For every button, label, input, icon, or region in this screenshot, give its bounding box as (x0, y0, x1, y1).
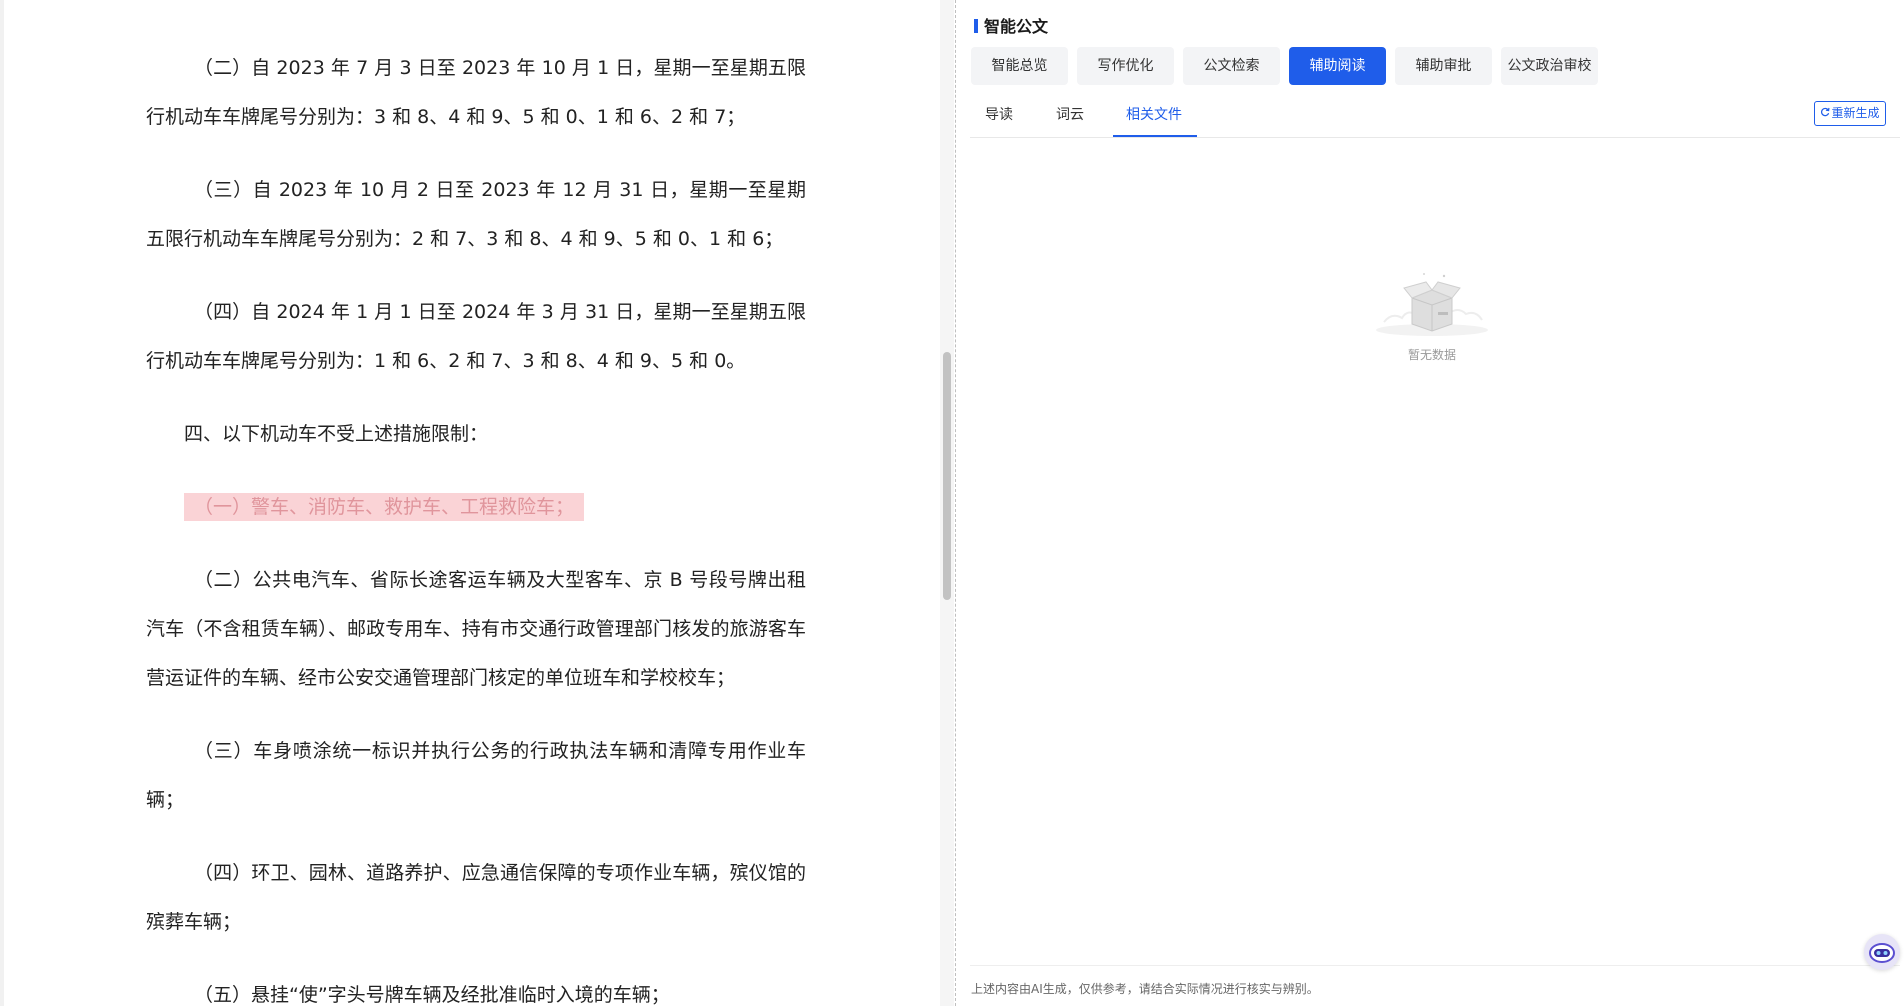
tab-assisted-approval[interactable]: 辅助审批 (1395, 47, 1492, 85)
highlighted-paragraph[interactable]: （一）警车、消防车、救护车、工程救险车； (184, 483, 806, 532)
empty-state-text: 暂无数据 (1407, 348, 1456, 362)
pane-divider[interactable] (955, 0, 956, 1006)
footer-divider (970, 965, 1900, 966)
document-scrollbar-thumb[interactable] (943, 352, 951, 600)
section-heading-4: 四、以下机动车不受上述措施限制： (184, 423, 489, 445)
highlighted-text[interactable]: （一）警车、消防车、救护车、工程救险车； (184, 493, 585, 521)
subtab-guide[interactable]: 导读 (985, 104, 1013, 124)
document-left-edge (0, 0, 4, 1006)
title-accent-bar (974, 19, 978, 33)
empty-box-icon (1372, 273, 1492, 344)
regenerate-button[interactable]: 重新生成 (1814, 101, 1886, 126)
tab-political-review[interactable]: 公文政治审校 (1501, 47, 1598, 85)
paragraph-4-4: （四）环卫、园林、道路养护、应急通信保障的专项作业车辆，殡仪馆的殡葬车辆； (146, 862, 806, 933)
tab-document-search[interactable]: 公文检索 (1183, 47, 1280, 85)
tab-smart-overview[interactable]: 智能总览 (971, 47, 1068, 85)
paragraph-2-4: （四）自 2024 年 1 月 1 日至 2024 年 3 月 31 日，星期一… (146, 301, 806, 372)
ai-disclaimer: 上述内容由AI生成，仅供参考，请结合实际情况进行核实与辨别。 (971, 982, 1319, 996)
document-pane: （二）自 2023 年 7 月 3 日至 2023 年 10 月 1 日，星期一… (0, 0, 937, 1006)
document-body[interactable]: （二）自 2023 年 7 月 3 日至 2023 年 10 月 1 日，星期一… (146, 44, 806, 1006)
paragraph-4-5: （五）悬挂“使”字头号牌车辆及经批准临时入境的车辆； (194, 984, 670, 1006)
subtabs-divider (970, 137, 1900, 138)
paragraph-4-2: （二）公共电汽车、省际长途客运车辆及大型客车、京 B 号段号牌出租汽车（不含租赁… (146, 569, 806, 689)
paragraph-4-3: （三）车身喷涂统一标识并执行公务的行政执法车辆和清障专用作业车辆； (146, 740, 806, 811)
refresh-icon (1820, 102, 1830, 125)
ai-document-panel: 智能公文 智能总览 写作优化 公文检索 辅助阅读 辅助审批 公文政治审校 导读 … (960, 0, 1904, 1006)
tab-assisted-reading[interactable]: 辅助阅读 (1289, 47, 1386, 85)
tab-writing-optimization[interactable]: 写作优化 (1077, 47, 1174, 85)
empty-state: 暂无数据 (1372, 268, 1492, 363)
panel-title: 智能公文 (984, 17, 1049, 36)
paragraph-2-2: （二）自 2023 年 7 月 3 日至 2023 年 10 月 1 日，星期一… (146, 57, 806, 128)
subtab-word-cloud[interactable]: 词云 (1056, 104, 1084, 124)
paragraph-2-3: （三）自 2023 年 10 月 2 日至 2023 年 12 月 31 日，星… (146, 179, 806, 250)
assistant-button[interactable] (1864, 934, 1900, 970)
subtab-related-files[interactable]: 相关文件 (1126, 104, 1182, 124)
regenerate-label: 重新生成 (1831, 106, 1880, 120)
assistant-robot-icon (1864, 943, 1900, 974)
